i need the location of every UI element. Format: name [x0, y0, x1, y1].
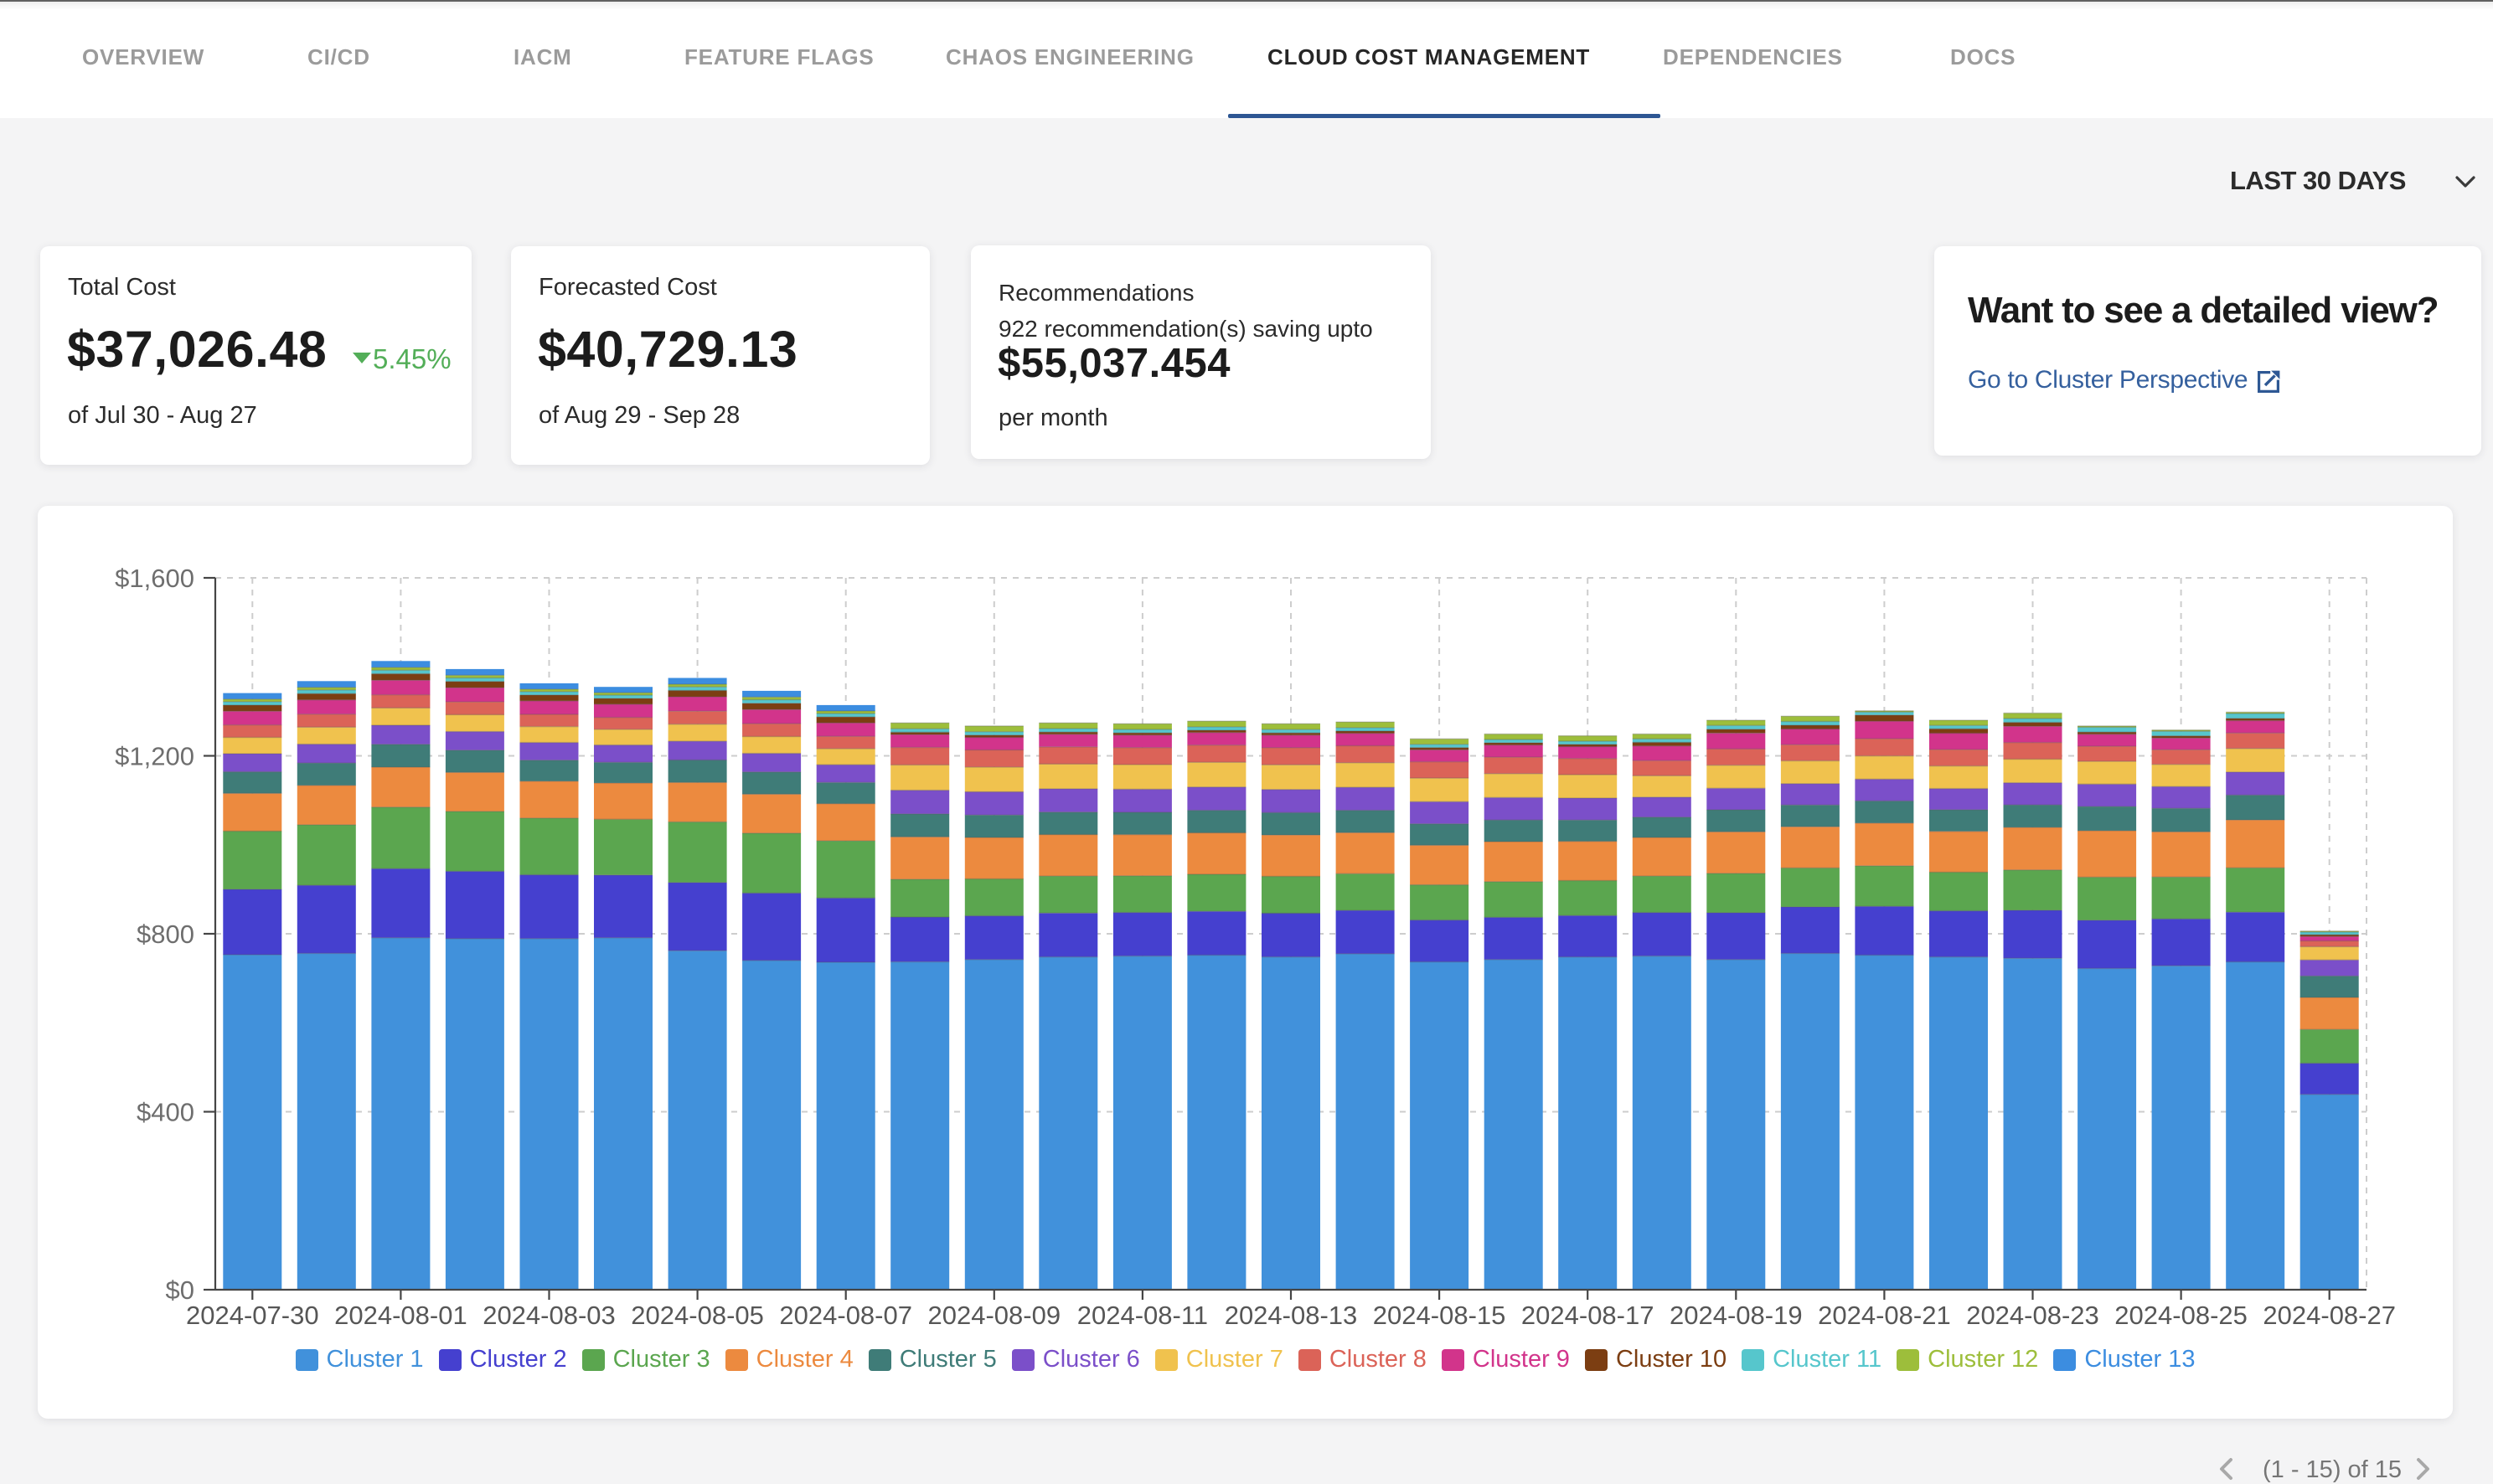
svg-text:2024-08-25: 2024-08-25 [2114, 1301, 2248, 1330]
svg-text:$1,200: $1,200 [115, 742, 194, 771]
svg-text:2024-08-01: 2024-08-01 [334, 1301, 467, 1330]
svg-text:2024-08-27: 2024-08-27 [2263, 1301, 2396, 1330]
svg-text:2024-08-17: 2024-08-17 [1521, 1301, 1654, 1330]
svg-text:2024-08-09: 2024-08-09 [928, 1301, 1061, 1330]
svg-text:2024-08-13: 2024-08-13 [1225, 1301, 1358, 1330]
svg-text:2024-07-30: 2024-07-30 [186, 1301, 319, 1330]
svg-text:$800: $800 [137, 920, 194, 949]
svg-text:$1,600: $1,600 [115, 564, 194, 593]
svg-text:2024-08-19: 2024-08-19 [1670, 1301, 1803, 1330]
svg-text:2024-08-15: 2024-08-15 [1373, 1301, 1506, 1330]
svg-text:2024-08-21: 2024-08-21 [1818, 1301, 1951, 1330]
svg-text:2024-08-05: 2024-08-05 [631, 1301, 764, 1330]
svg-text:$400: $400 [137, 1098, 194, 1127]
svg-text:2024-08-03: 2024-08-03 [483, 1301, 616, 1330]
svg-text:2024-08-11: 2024-08-11 [1077, 1301, 1208, 1330]
svg-text:2024-08-23: 2024-08-23 [1966, 1301, 2099, 1330]
svg-text:2024-08-07: 2024-08-07 [779, 1301, 912, 1330]
